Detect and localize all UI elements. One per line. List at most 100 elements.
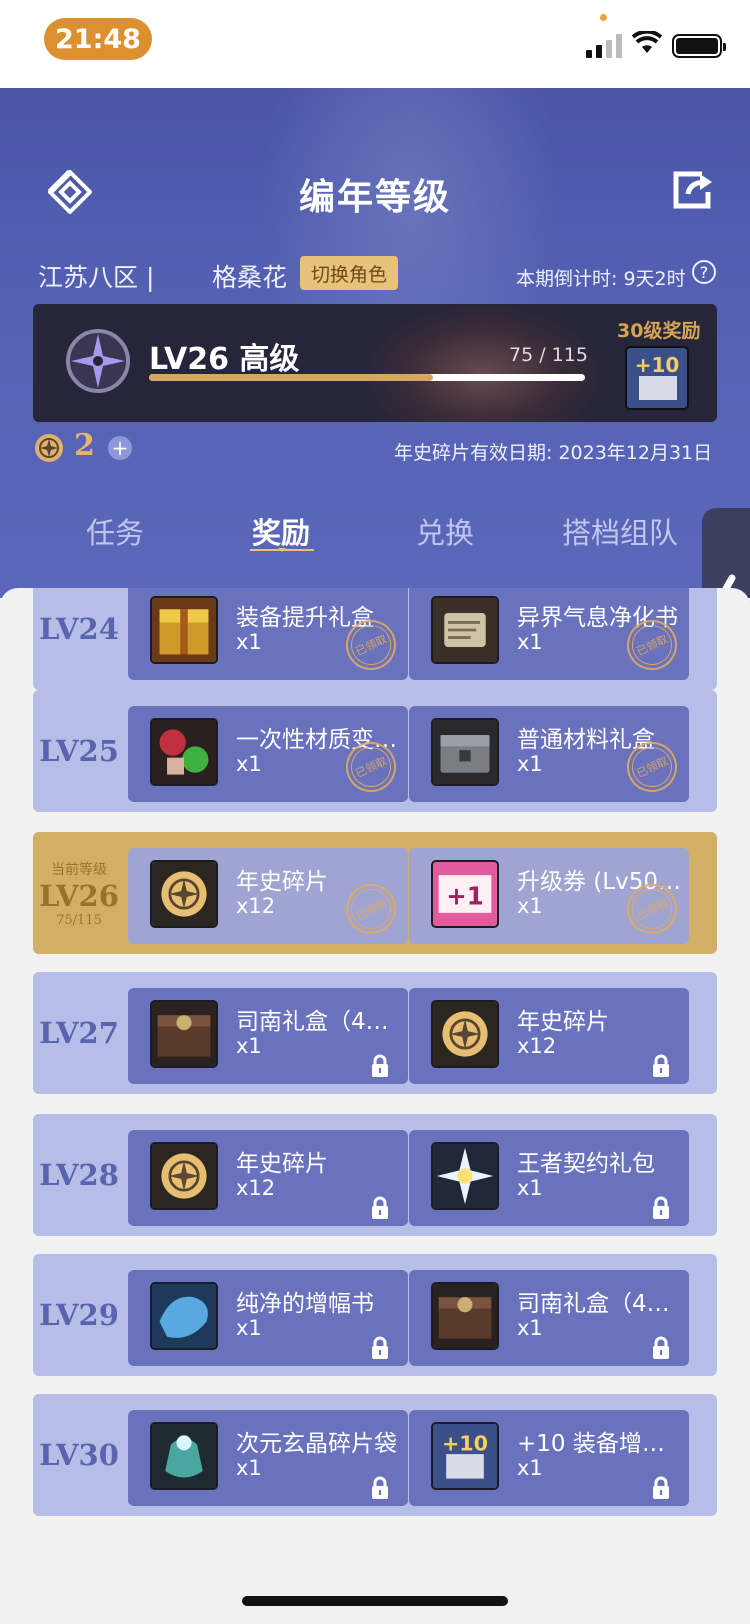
tab-partner-team[interactable]: 搭档组队 bbox=[562, 510, 678, 552]
reward-item[interactable]: 次元玄晶碎片袋 x1 bbox=[128, 1410, 408, 1506]
reward-row: LV25 一次性材质变换装置 x1 已领取 普通材料礼盒 x1 已领取 bbox=[33, 690, 717, 812]
tab-exchange[interactable]: 兑换 bbox=[416, 510, 474, 552]
clock: 21:48 bbox=[44, 18, 152, 60]
reward-qty: x12 bbox=[236, 1176, 276, 1200]
reward-qty: x1 bbox=[236, 752, 262, 776]
reward-item[interactable]: 司南礼盒（40级） x1 bbox=[409, 1270, 689, 1366]
row-level: LV27 bbox=[39, 1016, 119, 1050]
plus10-ticket-icon: +10 bbox=[431, 1422, 499, 1490]
switch-role-button[interactable]: 切换角色 bbox=[300, 256, 398, 290]
reward-qty: x1 bbox=[517, 1456, 543, 1480]
status-bar: 21:48 bbox=[0, 0, 750, 88]
row-level: LV24 bbox=[39, 612, 119, 646]
reward-item[interactable]: 一次性材质变换装置 x1 已领取 bbox=[128, 706, 408, 802]
reward-item[interactable]: 年史碎片 x12 bbox=[409, 988, 689, 1084]
lock-icon bbox=[653, 1054, 669, 1077]
active-tab-indicator bbox=[250, 548, 314, 552]
reward-item[interactable]: +10 +10 装备增幅券 x1 bbox=[409, 1410, 689, 1506]
current-level-label: 当前等级 bbox=[51, 861, 107, 878]
iron-box-icon bbox=[431, 718, 499, 786]
level-progress-text: 75 / 115 bbox=[509, 344, 588, 366]
lock-icon bbox=[372, 1476, 388, 1499]
reward-name: 年史碎片 bbox=[517, 1009, 609, 1035]
crystal-pouch-icon bbox=[150, 1422, 218, 1490]
reward-row: LV28 年史碎片 x12 王者契约礼包 x1 bbox=[33, 1114, 717, 1236]
row-level: LV25 bbox=[39, 734, 119, 768]
plus10-ticket-icon[interactable]: +10 bbox=[625, 346, 689, 410]
row-level-progress: 75/115 bbox=[56, 912, 102, 928]
fragment-coin-icon bbox=[150, 860, 218, 928]
row-level: LV30 bbox=[39, 1438, 119, 1472]
row-level: LV26 bbox=[39, 878, 119, 913]
reward-name: 年史碎片 bbox=[236, 1151, 328, 1177]
fragment-coin-icon bbox=[150, 1142, 218, 1210]
fragment-expiry: 年史碎片有效日期: 2023年12月31日 bbox=[394, 442, 712, 464]
reward-item[interactable]: 王者契约礼包 x1 bbox=[409, 1130, 689, 1226]
reward-item[interactable]: 普通材料礼盒 x1 已领取 bbox=[409, 706, 689, 802]
lock-icon bbox=[372, 1054, 388, 1077]
reward-qty: x1 bbox=[517, 752, 543, 776]
blue-book-icon bbox=[150, 1282, 218, 1350]
role-name: 格桑花 bbox=[212, 263, 288, 292]
reward-qty: x1 bbox=[517, 630, 543, 654]
reward-qty: x1 bbox=[517, 1176, 543, 1200]
gold-chest-icon bbox=[150, 596, 218, 664]
row-level-column: LV25 bbox=[33, 690, 125, 812]
lock-icon bbox=[653, 1476, 669, 1499]
reward-name: 次元玄晶碎片袋 bbox=[236, 1431, 397, 1457]
reward-item[interactable]: 装备提升礼盒 x1 已领取 bbox=[128, 588, 408, 680]
contract-burst-icon bbox=[431, 1142, 499, 1210]
level-label: LV26 高级 bbox=[149, 342, 300, 377]
server-name: 江苏八区 | bbox=[38, 263, 155, 292]
help-icon[interactable]: ? bbox=[692, 260, 716, 284]
reward-qty: x1 bbox=[236, 1034, 262, 1058]
home-indicator bbox=[242, 1596, 508, 1606]
reward-list: LV24 装备提升礼盒 x1 已领取 异界气息净化书 x1 已领取 LV25 一… bbox=[0, 588, 750, 1624]
reward-name: +10 装备增幅券 bbox=[517, 1431, 681, 1457]
level-up-ticket-icon: +1 bbox=[431, 860, 499, 928]
reward-row: LV24 装备提升礼盒 x1 已领取 异界气息净化书 x1 已领取 bbox=[33, 588, 717, 690]
reward-item[interactable]: 年史碎片 x12 已领取 bbox=[128, 848, 408, 944]
reward-item[interactable]: 司南礼盒（40级） x1 bbox=[128, 988, 408, 1084]
reward-item[interactable]: 纯净的增幅书 x1 bbox=[128, 1270, 408, 1366]
side-drawer-handle[interactable] bbox=[702, 508, 750, 598]
row-level-column: LV24 bbox=[33, 588, 125, 690]
reward-qty: x1 bbox=[236, 630, 262, 654]
tab-tasks[interactable]: 任务 bbox=[86, 510, 144, 552]
signal-icon bbox=[586, 34, 624, 58]
tab-rewards[interactable]: 奖励 bbox=[252, 510, 310, 552]
scroll-icon bbox=[431, 596, 499, 664]
row-level-column: LV29 bbox=[33, 1254, 125, 1376]
reward-name: 司南礼盒（40级） bbox=[236, 1009, 400, 1035]
level-card: LV26 高级 75 / 115 30级奖励 +10 bbox=[33, 304, 717, 422]
compass-emblem-icon bbox=[66, 329, 130, 393]
fragment-count: 2 bbox=[74, 428, 95, 463]
reward-row: LV27 司南礼盒（40级） x1 年史碎片 x12 bbox=[33, 972, 717, 1094]
lv30-reward-label: 30级奖励 bbox=[617, 320, 701, 342]
lock-icon bbox=[372, 1196, 388, 1219]
row-level: LV29 bbox=[39, 1298, 119, 1332]
header-section: 编年等级 江苏八区 | 格桑花 切换角色 本期倒计时: 9天2时 ? LV26 … bbox=[0, 88, 750, 598]
lock-icon bbox=[653, 1196, 669, 1219]
reward-row: 当前等级 LV26 75/115 年史碎片 x12 已领取 +1 升级券 (Lv50… bbox=[33, 832, 717, 954]
mic-indicator-dot bbox=[600, 14, 607, 21]
tab-bar: 任务 奖励 兑换 搭档组队 bbox=[0, 510, 750, 570]
reward-item[interactable]: +1 升级券 (Lv50-Lv99) x1 已领取 bbox=[409, 848, 689, 944]
fragment-coin-icon bbox=[35, 434, 63, 462]
reward-qty: x1 bbox=[517, 894, 543, 918]
wifi-icon bbox=[632, 31, 662, 53]
reward-name: 纯净的增幅书 bbox=[236, 1291, 374, 1317]
add-fragment-button[interactable]: + bbox=[108, 436, 132, 460]
svg-text:+1: +1 bbox=[446, 881, 484, 910]
season-countdown: 本期倒计时: 9天2时 bbox=[516, 268, 686, 290]
svg-text:+10: +10 bbox=[442, 1431, 488, 1455]
reward-qty: x12 bbox=[517, 1034, 557, 1058]
lock-icon bbox=[653, 1336, 669, 1359]
fragment-coin-icon bbox=[431, 1000, 499, 1068]
reward-qty: x1 bbox=[236, 1316, 262, 1340]
material-pack-icon bbox=[150, 718, 218, 786]
level-progress-bar bbox=[149, 374, 585, 381]
share-icon[interactable] bbox=[672, 170, 716, 210]
reward-item[interactable]: 年史碎片 x12 bbox=[128, 1130, 408, 1226]
reward-item[interactable]: 异界气息净化书 x1 已领取 bbox=[409, 588, 689, 680]
